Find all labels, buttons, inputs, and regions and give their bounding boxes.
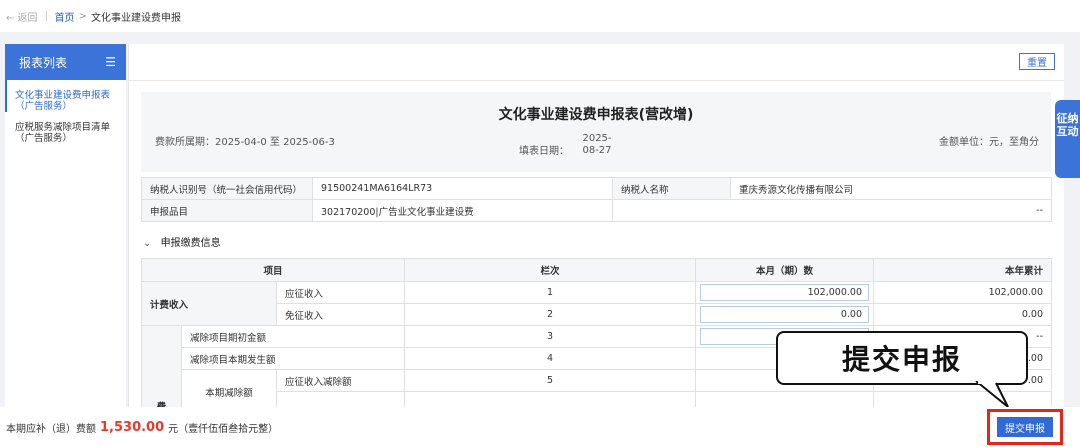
table-row: 纳税人识别号（统一社会信用代码） 91500241MA6164LR73 纳税人名…: [141, 177, 1052, 200]
table-row: [142, 391, 1052, 407]
month-amount-cell: [695, 391, 874, 407]
reset-button[interactable]: 重置: [1019, 53, 1055, 70]
submit-highlight: 提交申报: [987, 409, 1063, 445]
row-line-no: 4: [404, 347, 696, 370]
breadcrumb-bar: ← 返回 首页 > 文化事业建设费申报: [0, 0, 1080, 32]
amount-suffix: 元（壹仟伍佰叁拾元整）: [168, 423, 279, 435]
submit-button[interactable]: 提交申报: [997, 417, 1053, 437]
col-header-line: 栏次: [404, 258, 696, 282]
chevron-down-icon: ⌄: [143, 238, 152, 249]
amount-prefix: 本期应补（退）费额: [6, 423, 96, 435]
item-label: 申报品目: [141, 199, 313, 222]
bottom-bar: 本期应补（退）费额 1,530.00 元（壹仟伍佰叁拾元整）: [0, 407, 1080, 447]
divider: [45, 11, 47, 21]
table-header-row: 项目 栏次 本月（期）数 本年累计: [141, 258, 1052, 282]
group-label: 费: [141, 325, 182, 407]
col-header-month: 本月（期）数: [695, 258, 874, 282]
table-row: 申报品目 302170200|广告业文化事业建设费 --: [141, 199, 1052, 222]
taxpayer-info-table: 纳税人识别号（统一社会信用代码） 91500241MA6164LR73 纳税人名…: [141, 177, 1052, 222]
row-line-no: 3: [404, 325, 696, 348]
fill-date-value: 2025-08-27: [582, 133, 612, 156]
breadcrumb-current: 文化事业建设费申报: [90, 12, 181, 24]
row-label: [276, 391, 405, 407]
row-line-no: [404, 391, 696, 407]
fill-date-label: 填表日期：: [519, 146, 569, 157]
sidebar-item-cultural-fee-report[interactable]: 文化事业建设费申报表（广告服务）: [5, 80, 126, 112]
group-label: 计费收入: [141, 281, 277, 326]
breadcrumb-separator: >: [78, 10, 87, 22]
row-label: 减除项目本期发生额: [181, 347, 405, 370]
taxpayer-name-label: 纳税人名称: [612, 177, 731, 200]
year-amount: [873, 391, 1052, 407]
sidebar-header: 报表列表 ☰: [5, 44, 126, 80]
month-amount-input[interactable]: 102,000.00: [695, 281, 874, 304]
row-label: 免征收入: [276, 303, 405, 326]
item-value: 302170200|广告业文化事业建设费: [312, 199, 613, 222]
back-link[interactable]: ← 返回: [6, 9, 38, 24]
year-amount: 0.00: [873, 303, 1052, 326]
row-line-no: 2: [404, 303, 696, 326]
report-list-sidebar: 报表列表 ☰ 文化事业建设费申报表（广告服务） 应税服务减除项目清单（广告服务）: [5, 44, 126, 407]
fee-period: 费款所属期：2025-04-0 至 2025-06-3: [155, 137, 335, 148]
month-amount-value: 0.00: [700, 306, 869, 323]
row-label: 减除项目期初金额: [181, 325, 405, 348]
fill-date: 填表日期： 2025-08-27: [519, 133, 617, 157]
taxid-value: 91500241MA6164LR73: [312, 177, 613, 200]
table-row: 计费收入 应征收入 1 102,000.00 102,000.00: [141, 281, 1052, 326]
row-line-no: 5: [404, 369, 696, 392]
amount-unit: 金额单位：元，至角分: [939, 137, 1039, 148]
divider: [129, 80, 1064, 81]
row-line-no: 1: [404, 281, 696, 304]
col-header-year: 本年累计: [873, 258, 1052, 282]
taxpayer-name-value: 重庆秀源文化传播有限公司: [730, 177, 1052, 200]
section-title-label: 申报缴费信息: [160, 238, 221, 249]
breadcrumb-home[interactable]: 首页: [55, 9, 75, 24]
menu-icon[interactable]: ☰: [105, 55, 116, 69]
sub-group-label: 本期减除额: [181, 369, 277, 407]
section-title[interactable]: ⌄ 申报缴费信息: [143, 234, 221, 249]
table-row: 免征收入 2 0.00 0.00: [142, 303, 1052, 326]
taxid-label: 纳税人识别号（统一社会信用代码）: [141, 177, 313, 200]
row-label: 应征收入减除额: [276, 369, 405, 392]
row-label: 应征收入: [276, 281, 405, 304]
report-header: 文化事业建设费申报表(营改增) 费款所属期：2025-04-0 至 2025-0…: [141, 92, 1051, 172]
interaction-side-tab[interactable]: 征纳互动: [1055, 100, 1080, 178]
col-header-item: 项目: [141, 258, 405, 282]
amount-due: 1,530.00: [100, 419, 165, 435]
month-amount-input[interactable]: 0.00: [695, 303, 874, 326]
submit-callout: 提交申报: [776, 331, 1028, 408]
item-extra: --: [612, 199, 1052, 222]
sidebar-item-deduction-list[interactable]: 应税服务减除项目清单（广告服务）: [5, 112, 126, 144]
page-title: 文化事业建设费申报表(营改增): [498, 107, 694, 123]
sidebar-title: 报表列表: [19, 55, 68, 70]
callout-text: 提交申报: [841, 343, 962, 376]
year-amount: 102,000.00: [873, 281, 1052, 304]
month-amount-value: 102,000.00: [700, 284, 869, 301]
